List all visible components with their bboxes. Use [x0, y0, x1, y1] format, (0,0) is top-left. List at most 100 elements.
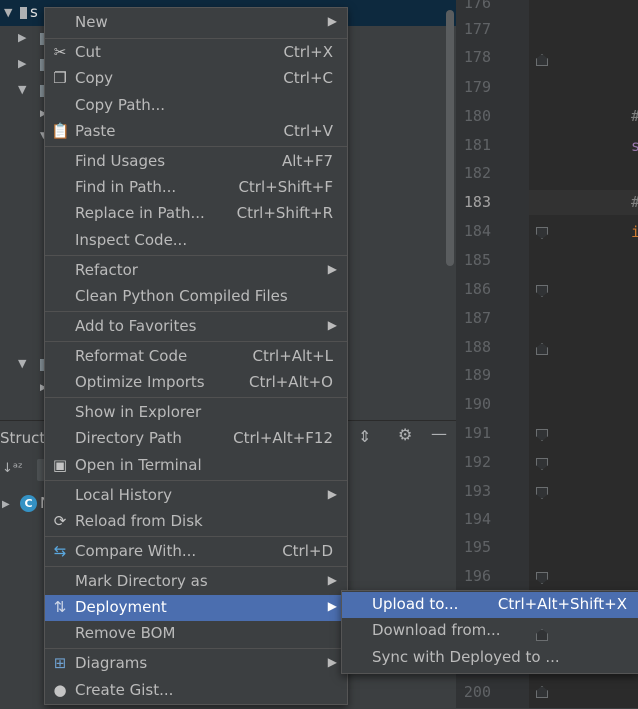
line-number: 186: [463, 280, 491, 298]
menu-item-new[interactable]: New ▶: [45, 10, 347, 36]
menu-item-optimize-imports[interactable]: Optimize Imports Ctrl+Alt+O: [45, 370, 347, 396]
menu-item-label: Diagrams: [75, 654, 148, 672]
line-number: 178: [463, 48, 491, 66]
submenu-item-shortcut: Ctrl+Alt+Shift+X: [497, 595, 627, 613]
line-number: 188: [463, 338, 491, 356]
menu-item-shortcut: Ctrl+Alt+F12: [233, 429, 333, 447]
submenu-item-download-from[interactable]: Download from...: [342, 618, 638, 644]
menu-separator: [45, 311, 347, 312]
line-number: 187: [463, 309, 491, 327]
menu-item-copy[interactable]: ❐ Copy Ctrl+C: [45, 66, 347, 92]
diagram-icon: ⊞: [53, 654, 67, 672]
collapsed-arrow-icon[interactable]: ▶: [18, 31, 26, 44]
line-number: 189: [463, 366, 491, 384]
structure-panel-title[interactable]: Struct: [0, 429, 45, 447]
menu-item-copy-path[interactable]: Copy Path...: [45, 93, 347, 119]
menu-item-create-gist[interactable]: ● Create Gist...: [45, 678, 347, 704]
line-number: 196: [463, 567, 491, 585]
line-number: 200: [463, 683, 491, 701]
submenu-arrow-icon: ▶: [327, 655, 337, 669]
menu-item-label: Compare With...: [75, 542, 197, 560]
gear-icon[interactable]: ⚙: [398, 425, 412, 444]
menu-item-label: Open in Terminal: [75, 456, 202, 474]
menu-item-cut[interactable]: ✂ Cut Ctrl+X: [45, 40, 347, 66]
menu-item-directory-path[interactable]: Directory Path Ctrl+Alt+F12: [45, 426, 347, 452]
collapsed-arrow-icon[interactable]: ▶: [2, 499, 10, 510]
menu-item-deployment[interactable]: ⇅ Deployment ▶: [45, 595, 347, 621]
menu-item-mark-directory-as[interactable]: Mark Directory as ▶: [45, 569, 347, 595]
submenu-arrow-icon: ▶: [327, 14, 337, 28]
clipboard-icon: 📋: [51, 122, 70, 140]
menu-separator: [45, 648, 347, 649]
code-fragment[interactable]: #: [631, 107, 638, 125]
menu-item-inspect-code[interactable]: Inspect Code...: [45, 228, 347, 254]
menu-item-label: Paste: [75, 122, 116, 140]
menu-item-local-history[interactable]: Local History ▶: [45, 483, 347, 509]
submenu-item-upload-to[interactable]: Upload to... Ctrl+Alt+Shift+X: [342, 592, 638, 618]
line-number: 176: [463, 0, 491, 12]
submenu-arrow-icon: ▶: [327, 487, 337, 501]
menu-item-label: Add to Favorites: [75, 317, 197, 335]
code-fragment[interactable]: s: [631, 137, 638, 155]
sort-alpha-icon[interactable]: ↓ᵃᶻ: [2, 461, 23, 476]
line-number: 177: [463, 20, 491, 38]
line-number: 195: [463, 538, 491, 556]
menu-item-shortcut: Ctrl+Shift+F: [238, 178, 333, 196]
submenu-item-label: Upload to...: [372, 595, 459, 613]
collapsed-arrow-icon[interactable]: ▶: [18, 57, 26, 70]
menu-item-clean-python-compiled-files[interactable]: Clean Python Compiled Files: [45, 284, 347, 310]
class-icon: C: [20, 495, 37, 512]
menu-item-label: Reformat Code: [75, 347, 188, 365]
menu-separator: [45, 536, 347, 537]
menu-item-paste[interactable]: 📋 Paste Ctrl+V: [45, 119, 347, 145]
menu-item-compare-with[interactable]: ⇆ Compare With... Ctrl+D: [45, 539, 347, 565]
menu-item-label: Create Gist...: [75, 681, 174, 699]
menu-item-label: New: [75, 13, 108, 31]
menu-item-find-in-path[interactable]: Find in Path... Ctrl+Shift+F: [45, 175, 347, 201]
code-fragment[interactable]: i: [631, 223, 638, 241]
compare-icon: ⇆: [53, 542, 67, 560]
menu-item-open-in-terminal[interactable]: ▣ Open in Terminal: [45, 453, 347, 479]
line-number: 183: [463, 193, 491, 211]
line-number: 193: [463, 482, 491, 500]
code-fragment[interactable]: #: [631, 193, 638, 211]
tree-root-label[interactable]: s: [30, 3, 38, 21]
menu-separator: [45, 566, 347, 567]
context-menu: New ▶ ✂ Cut Ctrl+X ❐ Copy Ctrl+C Copy Path... 📋 Pa…: [44, 7, 348, 705]
submenu-item-label: Sync with Deployed to ...: [372, 648, 560, 666]
expand-arrow-icon[interactable]: ▼: [4, 6, 12, 19]
menu-item-show-in-explorer[interactable]: Show in Explorer: [45, 400, 347, 426]
submenu-arrow-icon: ▶: [327, 262, 337, 276]
menu-item-shortcut: Ctrl+Shift+R: [236, 204, 333, 222]
menu-item-diagrams[interactable]: ⊞ Diagrams ▶: [45, 651, 347, 677]
line-number: 192: [463, 453, 491, 471]
submenu-arrow-icon: ▶: [327, 599, 337, 613]
menu-item-remove-bom[interactable]: Remove BOM: [45, 621, 347, 647]
line-number: 179: [463, 78, 491, 96]
menu-item-label: Cut: [75, 43, 101, 61]
deployment-icon: ⇅: [53, 598, 67, 616]
menu-item-find-usages[interactable]: Find Usages Alt+F7: [45, 149, 347, 175]
minimize-icon[interactable]: —: [431, 424, 447, 443]
menu-item-shortcut: Ctrl+D: [282, 542, 333, 560]
menu-item-refactor[interactable]: Refactor ▶: [45, 258, 347, 284]
expand-arrow-icon[interactable]: ▼: [18, 357, 26, 370]
submenu-item-sync-with-deployed-to[interactable]: Sync with Deployed to ...: [342, 645, 638, 671]
menu-item-shortcut: Ctrl+Alt+L: [252, 347, 334, 365]
deployment-submenu: Upload to... Ctrl+Alt+Shift+X Download fro…: [341, 590, 638, 674]
line-number: 191: [463, 424, 491, 442]
expand-arrow-icon[interactable]: ▼: [18, 83, 26, 96]
line-number: 182: [463, 164, 491, 182]
menu-separator: [45, 146, 347, 147]
menu-item-reload-from-disk[interactable]: ⟳ Reload from Disk: [45, 509, 347, 535]
line-number: 181: [463, 136, 491, 154]
tree-scrollbar[interactable]: [446, 10, 454, 266]
menu-item-replace-in-path[interactable]: Replace in Path... Ctrl+Shift+R: [45, 201, 347, 227]
line-number: 184: [463, 222, 491, 240]
menu-item-shortcut: Ctrl+Alt+O: [249, 373, 333, 391]
menu-item-label: Inspect Code...: [75, 231, 188, 249]
submenu-item-label: Download from...: [372, 621, 501, 639]
menu-item-reformat-code[interactable]: Reformat Code Ctrl+Alt+L: [45, 344, 347, 370]
menu-item-add-to-favorites[interactable]: Add to Favorites ▶: [45, 314, 347, 340]
collapse-all-icon[interactable]: ⇕: [358, 427, 371, 446]
